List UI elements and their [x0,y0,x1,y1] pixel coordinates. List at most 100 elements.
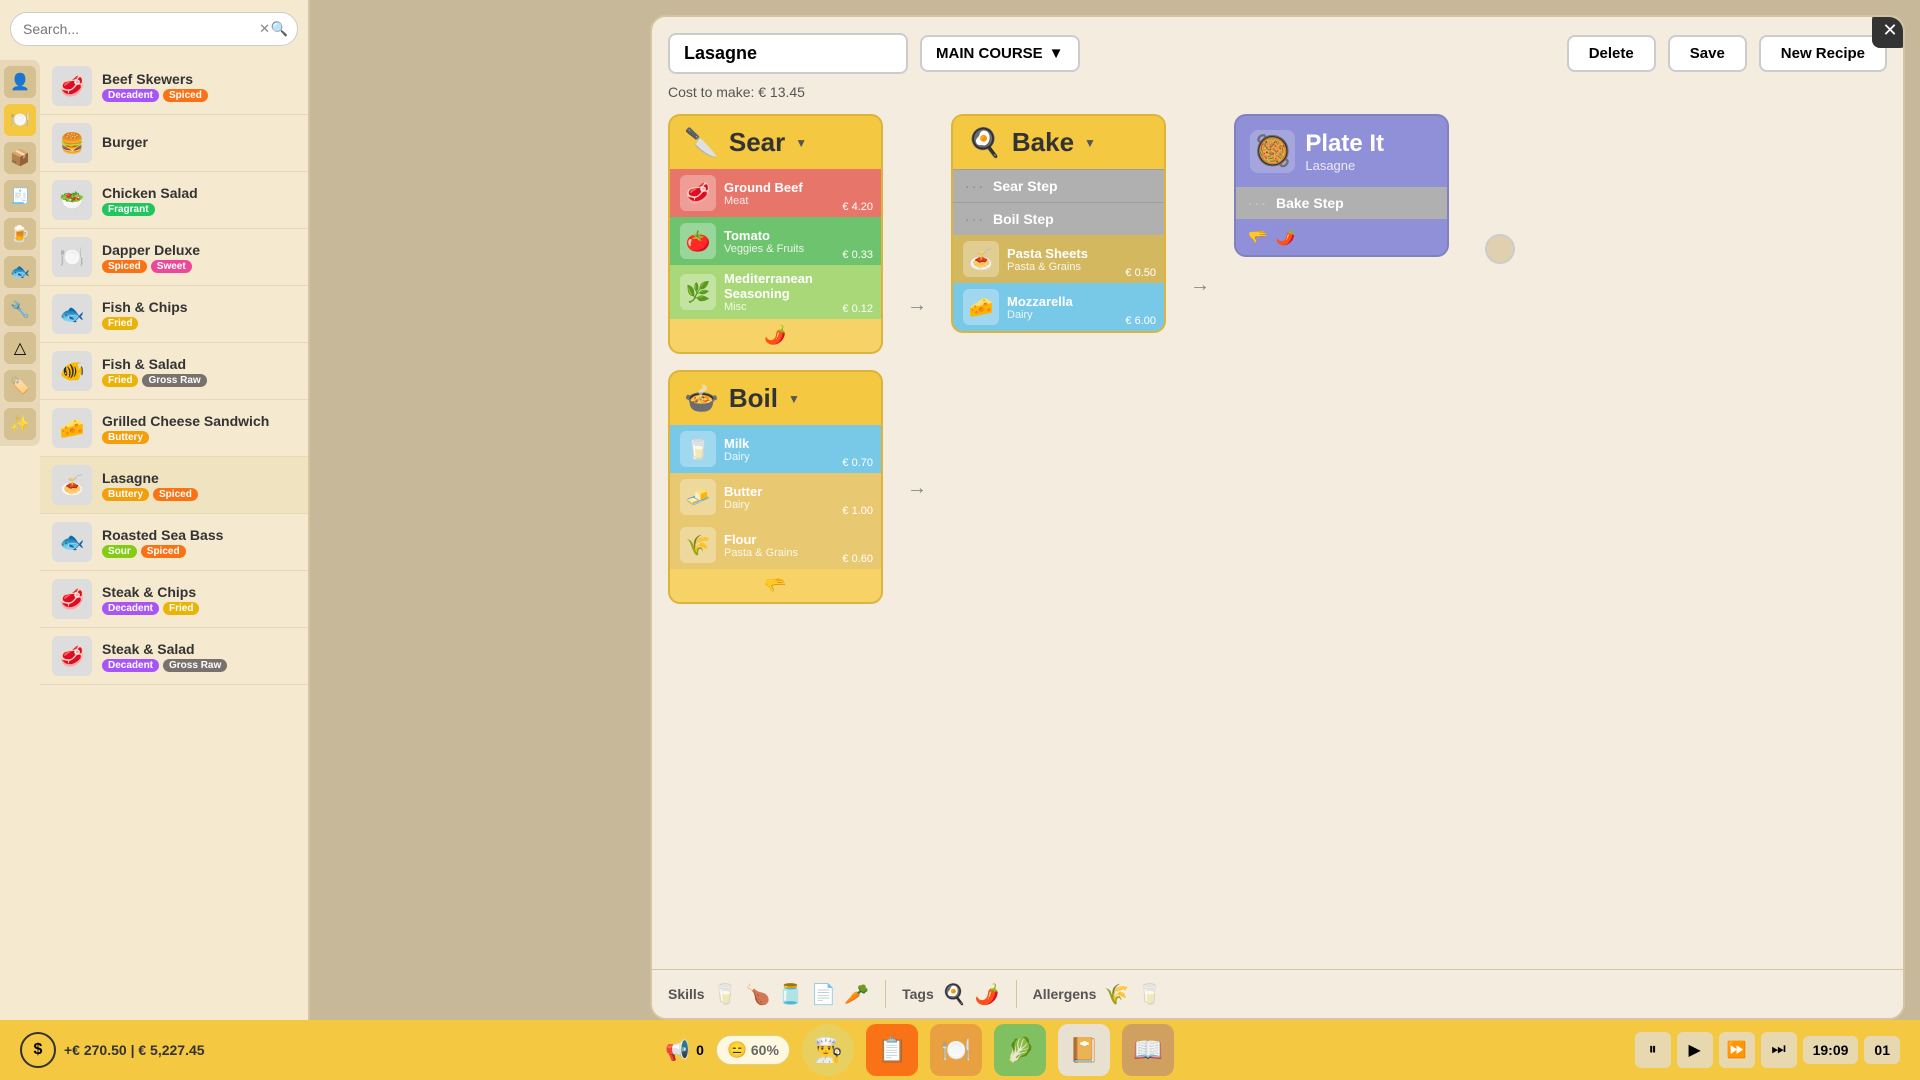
milk-price: € 0.70 [842,457,873,469]
pause-button[interactable]: ⏸ [1635,1032,1671,1068]
recipe-tag: Fried [163,602,199,615]
recipe-tags: FriedGross Raw [102,374,296,387]
tomato-name: Tomato [724,228,871,243]
side-icon-8[interactable]: △ [4,332,36,364]
ground-beef-price: € 4.20 [842,201,873,213]
recipe-tags: SourSpiced [102,545,296,558]
ingredient-row-pasta[interactable]: 🍝 Pasta Sheets Pasta & Grains € 0.50 [953,235,1164,283]
side-icon-1[interactable]: 👤 [4,66,36,98]
tomato-icon: 🍅 [680,223,716,259]
boil-add-ingredient[interactable]: 🫳 [670,569,881,602]
recipe-item[interactable]: 🐟Fish & ChipsFried [40,286,308,343]
side-icon-5[interactable]: 🍺 [4,218,36,250]
sear-card-header[interactable]: 🔪 Sear ▼ [670,116,881,169]
chef-button[interactable]: 👨‍🍳 [802,1024,854,1076]
play-button[interactable]: ▶ [1677,1032,1713,1068]
plate-footer: 🫳 🌶️ [1236,219,1447,255]
flow-arrow-2: → [1186,114,1214,297]
money-icon[interactable]: $ [20,1032,56,1068]
separator-1 [885,980,886,1008]
side-icon-10[interactable]: ✨ [4,408,36,440]
side-icon-4[interactable]: 🧾 [4,180,36,212]
bake-card-header[interactable]: 🍳 Bake ▼ [953,116,1164,169]
recipe-item[interactable]: 🍽️Dapper DeluxeSpicedSweet [40,229,308,286]
flour-icon: 🌾 [680,527,716,563]
clear-search-icon[interactable]: ✕ [259,21,270,37]
recipe-thumb: 🥩 [52,636,92,676]
recipe-tag: Fried [102,317,138,330]
recipe-item[interactable]: 🥩Steak & SaladDecadentGross Raw [40,628,308,685]
balance-amount: € 5,227.45 [138,1042,204,1058]
boil-card: 🍲 Boil ▼ 🥛 Milk Dairy € 0.70 [668,370,883,604]
recipe-name: Fish & Chips [102,299,296,315]
ingredient-row-mozzarella[interactable]: 🧀 Mozzarella Dairy € 6.00 [953,283,1164,331]
recipe-item[interactable]: 🍔Burger [40,115,308,172]
side-icon-bar: 👤 🍽️ 📦 🧾 🍺 🐟 🔧 △ 🏷️ ✨ [0,60,40,446]
ingredient-row-ground-beef[interactable]: 🥩 Ground Beef Meat € 4.20 [670,169,881,217]
recipe-item[interactable]: 🍝LasagneButterySpiced [40,457,308,514]
ingredient-row-flour[interactable]: 🌾 Flour Pasta & Grains € 0.60 [670,521,881,569]
side-icon-3[interactable]: 📦 [4,142,36,174]
plate-sub-bake-step[interactable]: ··· Bake Step [1236,187,1447,219]
new-recipe-button[interactable]: New Recipe [1759,35,1887,72]
side-icon-2[interactable]: 🍽️ [4,104,36,136]
fast-forward-button[interactable]: ⏩ [1719,1032,1755,1068]
ingredient-row-milk[interactable]: 🥛 Milk Dairy € 0.70 [670,425,881,473]
ingredient-row-tomato[interactable]: 🍅 Tomato Veggies & Fruits € 0.33 [670,217,881,265]
recipe-tags: DecadentGross Raw [102,659,296,672]
plate-subtitle: Lasagne [1305,158,1384,173]
recipes-button[interactable]: 🍽️ [930,1024,982,1076]
editor-header: MAIN COURSE ▼ Delete Save New Recipe [668,33,1887,74]
recipe-item[interactable]: 🐟Roasted Sea BassSourSpiced [40,514,308,571]
search-bar: ✕ 🔍 [10,12,298,46]
book-button[interactable]: 📖 [1122,1024,1174,1076]
pasta-price: € 0.50 [1125,267,1156,279]
side-icon-9[interactable]: 🏷️ [4,370,36,402]
separator-2 [1016,980,1017,1008]
boil-card-header[interactable]: 🍲 Boil ▼ [670,372,881,425]
tags-icon-1: 🍳 [942,982,967,1007]
bake-sub-boil-step[interactable]: ··· Boil Step [953,202,1164,235]
close-button[interactable]: ✕ [1872,15,1905,48]
recipe-name-input[interactable] [668,33,908,74]
ground-beef-icon: 🥩 [680,175,716,211]
seasoning-icon: 🌿 [680,274,716,310]
recipe-item[interactable]: 🥩Beef SkewersDecadentSpiced [40,58,308,115]
recipe-thumb: 🍔 [52,123,92,163]
recipe-tag: Decadent [102,659,159,672]
save-button[interactable]: Save [1668,35,1747,72]
plate-emoji-2: 🌶️ [1276,227,1296,247]
sear-add-ingredient[interactable]: 🌶️ [670,319,881,352]
recipe-item[interactable]: 🐠Fish & SaladFriedGross Raw [40,343,308,400]
delete-button[interactable]: Delete [1567,35,1656,72]
sear-dropdown-icon[interactable]: ▼ [795,136,807,150]
search-input[interactable] [10,12,298,46]
course-select[interactable]: MAIN COURSE ▼ [920,35,1080,72]
bake-dropdown-icon[interactable]: ▼ [1084,136,1096,150]
inventory-button[interactable]: 🥬 [994,1024,1046,1076]
alert-button[interactable]: 📢 0 [665,1038,704,1063]
skills-icon-3: 🫙 [778,982,803,1007]
side-icon-7[interactable]: 🔧 [4,294,36,326]
skills-label: Skills [668,986,705,1002]
menu-button[interactable]: 📋 [866,1024,918,1076]
mozzarella-price: € 6.00 [1125,315,1156,327]
ingredient-row-seasoning[interactable]: 🌿 Mediterranean Seasoning Misc € 0.12 [670,265,881,319]
side-icon-6[interactable]: 🐟 [4,256,36,288]
skills-icon-4: 📄 [811,982,836,1007]
recipe-tag: Buttery [102,488,149,501]
satisfaction-display[interactable]: 😑 60% [716,1035,790,1065]
time-display: 19:09 [1803,1036,1859,1064]
boil-dropdown-icon[interactable]: ▼ [788,392,800,406]
recipe-tag: Decadent [102,89,159,102]
allergens-label: Allergens [1033,986,1097,1002]
recipe-item[interactable]: 🥩Steak & ChipsDecadentFried [40,571,308,628]
recipe-item[interactable]: 🧀Grilled Cheese SandwichButtery [40,400,308,457]
faster-forward-button[interactable]: ⏭ [1761,1032,1797,1068]
recipe-tag: Decadent [102,602,159,615]
recipe-item[interactable]: 🥗Chicken SaladFragrant [40,172,308,229]
bake-sub-sear-step[interactable]: ··· Sear Step [953,169,1164,202]
ingredient-row-butter[interactable]: 🧈 Butter Dairy € 1.00 [670,473,881,521]
tags-label: Tags [902,986,934,1002]
staff-button[interactable]: 📔 [1058,1024,1110,1076]
